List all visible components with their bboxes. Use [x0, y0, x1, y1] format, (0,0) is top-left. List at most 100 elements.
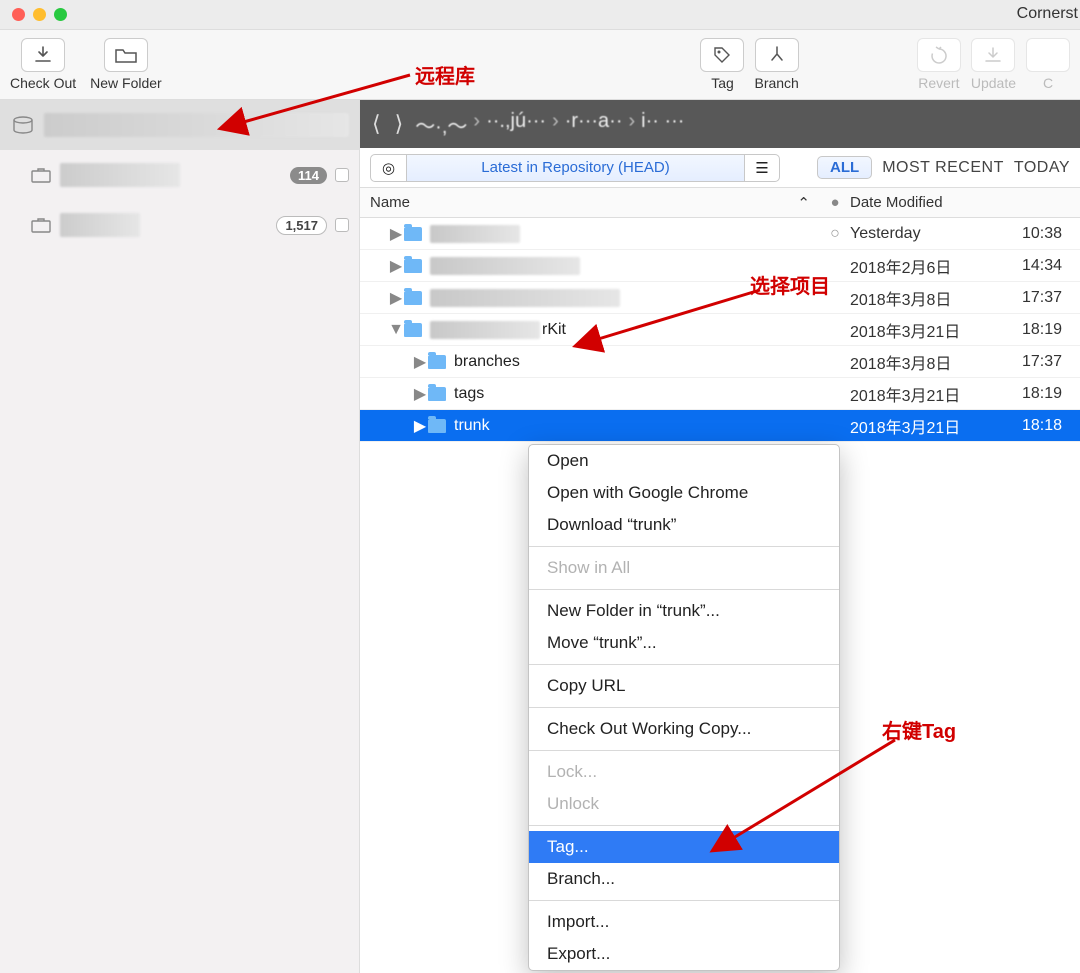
close-icon[interactable] — [12, 8, 25, 21]
newfolder-icon — [104, 38, 148, 72]
commit-icon — [1026, 38, 1070, 72]
update-label: Update — [971, 75, 1016, 91]
ctx-export[interactable]: Export... — [529, 938, 839, 970]
checkout-label: Check Out — [10, 75, 76, 91]
date-modified: 2018年3月21日 — [850, 382, 1014, 406]
commit-button-partial[interactable]: C — [1026, 38, 1070, 91]
branch-label: Branch — [754, 75, 798, 91]
revert-icon — [917, 38, 961, 72]
wc1-checkbox[interactable] — [335, 168, 349, 182]
ctx-tag[interactable]: Tag... — [529, 831, 839, 863]
revert-label: Revert — [918, 75, 959, 91]
repo-icon — [10, 114, 36, 136]
ctx-open[interactable]: Open — [529, 445, 839, 477]
repo-item-selected[interactable] — [0, 100, 359, 150]
disclosure-triangle-icon[interactable]: ▶ — [388, 224, 404, 244]
file-row[interactable]: ▶2018年2月6日14:34 — [360, 250, 1080, 282]
nav-back-button[interactable]: ⟨ — [370, 111, 383, 137]
newfolder-button[interactable]: New Folder — [90, 38, 162, 91]
briefcase-icon — [30, 166, 52, 184]
disclosure-triangle-icon[interactable]: ▶ — [412, 416, 428, 436]
filter-today-button[interactable]: TODAY — [1014, 159, 1070, 177]
disclosure-triangle-icon[interactable]: ▶ — [388, 256, 404, 276]
ctx-import[interactable]: Import... — [529, 906, 839, 938]
column-headers: Name ⌃ ● Date Modified — [360, 188, 1080, 218]
wc1-count-badge: 114 — [290, 167, 327, 184]
titlebar: Cornerst — [0, 0, 1080, 30]
time-modified: 17:37 — [1014, 289, 1080, 307]
filter-mostrecent-button[interactable]: MOST RECENT — [882, 159, 1004, 177]
update-button[interactable]: Update — [971, 38, 1016, 91]
filter-all-button[interactable]: ALL — [817, 156, 872, 179]
app-title: Cornerst — [1017, 5, 1080, 23]
file-row[interactable]: ▶branches2018年3月8日17:37 — [360, 346, 1080, 378]
newfolder-label: New Folder — [90, 75, 162, 91]
ctx-newfolder-in[interactable]: New Folder in “trunk”... — [529, 595, 839, 627]
wc2-count-badge: 1,517 — [276, 216, 327, 235]
disclosure-triangle-icon[interactable]: ▼ — [388, 321, 404, 339]
file-row[interactable]: ▶ trunk 2018年3月21日18:18 — [360, 410, 1080, 442]
file-name-suffix: rKit — [542, 321, 566, 339]
disclosure-triangle-icon[interactable]: ▶ — [388, 288, 404, 308]
minimize-icon[interactable] — [33, 8, 46, 21]
time-modified: 18:19 — [1014, 385, 1080, 403]
breadcrumb[interactable]: ～·,～› ··.,jú···› ·r···a··› i·· ··· — [415, 110, 684, 139]
date-modified: 2018年3月8日 — [850, 350, 1014, 374]
file-row[interactable]: ▶○Yesterday10:38 — [360, 218, 1080, 250]
folder-icon — [404, 323, 422, 337]
branch-button[interactable]: Branch — [754, 38, 798, 91]
revision-menu-icon[interactable]: ☰ — [745, 159, 779, 177]
revert-button[interactable]: Revert — [917, 38, 961, 91]
col-status-header[interactable]: ● — [820, 194, 850, 211]
file-row[interactable]: ▼rKit2018年3月21日18:19 — [360, 314, 1080, 346]
col-date-header[interactable]: Date Modified — [850, 194, 1014, 211]
ctx-branch[interactable]: Branch... — [529, 863, 839, 895]
tag-button[interactable]: Tag — [700, 38, 744, 91]
disclosure-triangle-icon[interactable]: ▶ — [412, 352, 428, 372]
wc2-checkbox[interactable] — [335, 218, 349, 232]
repo-name-blurred — [44, 113, 349, 137]
pathbar: ⟨ ⟩ ～·,～› ··.,jú···› ·r···a··› i·· ··· — [360, 100, 1080, 148]
time-modified: 18:18 — [1014, 417, 1080, 435]
revision-label: Latest in Repository (HEAD) — [407, 155, 745, 181]
ctx-open-chrome[interactable]: Open with Google Chrome — [529, 477, 839, 509]
file-name: branches — [454, 353, 520, 371]
file-name-blurred — [430, 321, 540, 339]
ctx-lock: Lock... — [529, 756, 839, 788]
toolbar: Check Out New Folder Tag Branch Revert — [0, 30, 1080, 100]
date-modified: 2018年3月21日 — [850, 414, 1014, 438]
status-dot: ○ — [820, 225, 850, 243]
date-modified: 2018年3月8日 — [850, 286, 1014, 310]
ctx-download[interactable]: Download “trunk” — [529, 509, 839, 541]
tag-icon — [700, 38, 744, 72]
ctx-move[interactable]: Move “trunk”... — [529, 627, 839, 659]
col-name-header[interactable]: Name ⌃ — [360, 194, 820, 212]
date-modified: 2018年2月6日 — [850, 254, 1014, 278]
time-modified: 18:19 — [1014, 321, 1080, 339]
c-label: C — [1043, 75, 1053, 91]
file-row[interactable]: ▶tags2018年3月21日18:19 — [360, 378, 1080, 410]
time-modified: 10:38 — [1014, 225, 1080, 243]
checkout-icon — [21, 38, 65, 72]
file-name: trunk — [454, 417, 490, 435]
file-name-blurred — [430, 257, 580, 275]
filter-bar: ◎ Latest in Repository (HEAD) ☰ ALL MOST… — [360, 148, 1080, 188]
nav-forward-button[interactable]: ⟩ — [393, 111, 406, 137]
window-traffic-lights — [12, 8, 67, 21]
working-copy-item-2[interactable]: 1,517 — [0, 200, 359, 250]
checkout-button[interactable]: Check Out — [10, 38, 76, 91]
update-icon — [971, 38, 1015, 72]
revision-selector[interactable]: ◎ Latest in Repository (HEAD) ☰ — [370, 154, 780, 182]
file-row[interactable]: ▶ 2018年3月8日17:37 — [360, 282, 1080, 314]
folder-icon — [428, 387, 446, 401]
disclosure-triangle-icon[interactable]: ▶ — [412, 384, 428, 404]
working-copy-item-1[interactable]: 114 — [0, 150, 359, 200]
ctx-copy-url[interactable]: Copy URL — [529, 670, 839, 702]
branch-icon — [755, 38, 799, 72]
zoom-icon[interactable] — [54, 8, 67, 21]
ctx-checkout-wc[interactable]: Check Out Working Copy... — [529, 713, 839, 745]
folder-icon — [404, 291, 422, 305]
sidebar: 114 1,517 — [0, 100, 360, 973]
wc2-name-blurred — [60, 213, 140, 237]
briefcase-icon — [30, 216, 52, 234]
